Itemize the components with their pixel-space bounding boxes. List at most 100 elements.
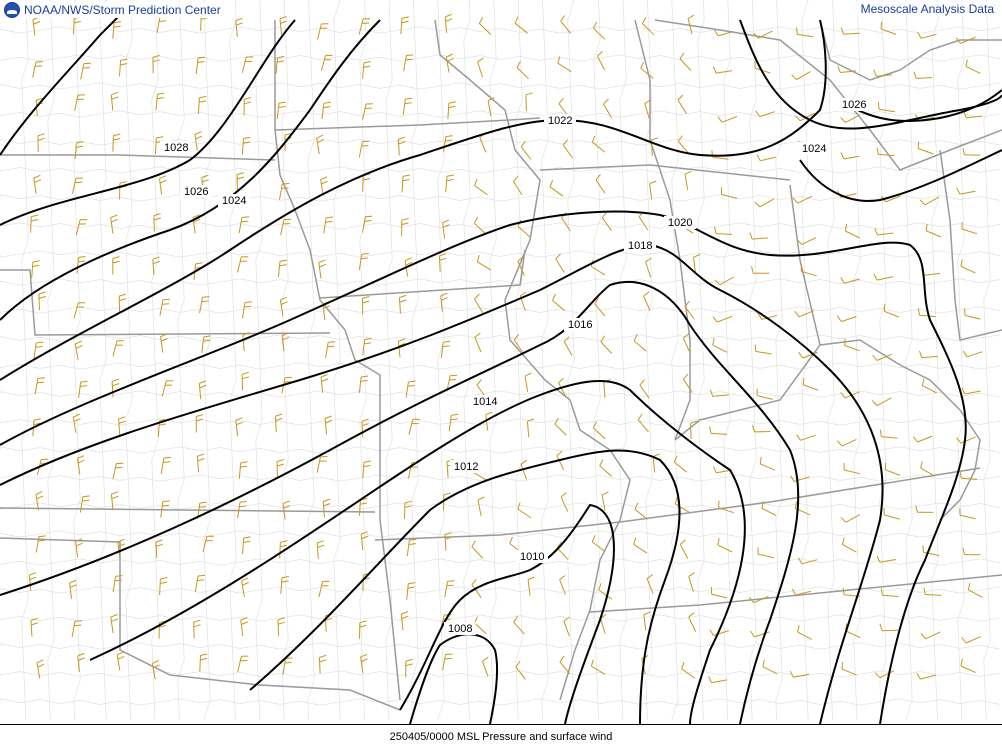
wind-barb bbox=[74, 94, 85, 111]
county-border bbox=[671, 0, 679, 721]
wind-barb bbox=[549, 180, 564, 197]
wind-barb bbox=[639, 379, 650, 399]
county-border bbox=[619, 0, 627, 721]
wind-barb bbox=[762, 659, 778, 675]
isobar-label: 1008 bbox=[448, 623, 472, 635]
isobar-label-1026-east: 1026 bbox=[838, 98, 870, 111]
wind-barb bbox=[159, 175, 167, 195]
wind-barb bbox=[358, 140, 370, 158]
isobar-label-1026: 1026 bbox=[180, 185, 212, 198]
wind-barb bbox=[476, 254, 492, 271]
state-border bbox=[634, 19, 691, 441]
wind-barb bbox=[71, 177, 84, 194]
wind-barb bbox=[913, 71, 933, 79]
wind-barb bbox=[840, 277, 860, 284]
wind-barb bbox=[709, 426, 728, 435]
wind-barb bbox=[160, 456, 171, 474]
wind-barb bbox=[201, 335, 211, 353]
county-border bbox=[411, 0, 419, 721]
wind-barb bbox=[440, 292, 448, 312]
wind-barb bbox=[560, 15, 572, 34]
wind-barb bbox=[241, 371, 250, 391]
wind-barb bbox=[243, 97, 252, 116]
wind-barb bbox=[240, 617, 249, 636]
wind-barb bbox=[77, 455, 85, 475]
wind-barb bbox=[75, 538, 83, 558]
wind-barb bbox=[884, 462, 901, 476]
wind-barb bbox=[110, 491, 119, 511]
wind-barb bbox=[281, 332, 290, 352]
county-border bbox=[0, 418, 1001, 426]
county-border bbox=[333, 0, 341, 721]
county-border bbox=[489, 0, 497, 721]
wind-barb bbox=[514, 16, 528, 34]
wind-barb bbox=[638, 211, 649, 231]
wind-barb bbox=[877, 102, 895, 113]
wind-barb bbox=[112, 340, 124, 357]
wind-barb bbox=[31, 260, 40, 279]
isobar-label: 1028 bbox=[164, 142, 188, 154]
wind-barb bbox=[791, 71, 811, 81]
wind-barb bbox=[513, 616, 525, 635]
isobar-1026 bbox=[0, 19, 296, 226]
wind-barb bbox=[712, 66, 732, 74]
wind-barb bbox=[684, 170, 692, 191]
wind-barb bbox=[242, 536, 251, 555]
wind-barb bbox=[442, 219, 450, 239]
wind-barb bbox=[679, 52, 692, 71]
wind-barb bbox=[677, 94, 687, 114]
wind-barb bbox=[116, 651, 125, 671]
isobar-label-1008: 1008 bbox=[444, 622, 476, 635]
wind-barb bbox=[556, 541, 569, 561]
pressure-map: 1028 1026 1024 1022 1020 1018 1016 1014 … bbox=[0, 0, 1002, 724]
wind-barb bbox=[242, 332, 250, 352]
wind-barb bbox=[797, 557, 818, 565]
isobar-1024-ne bbox=[799, 149, 1002, 202]
wind-barb bbox=[448, 413, 459, 432]
county-border bbox=[255, 0, 263, 721]
wind-barb bbox=[471, 540, 484, 559]
county-border bbox=[0, 446, 1001, 454]
wind-barb bbox=[841, 661, 857, 676]
wind-barb bbox=[282, 500, 291, 520]
state-border bbox=[274, 20, 401, 701]
wind-barb bbox=[194, 574, 206, 592]
wind-barb bbox=[274, 413, 283, 433]
wind-barb bbox=[30, 617, 38, 637]
state-border bbox=[0, 507, 376, 513]
wind-barb bbox=[38, 291, 46, 311]
wind-barb bbox=[517, 502, 532, 519]
wind-barb bbox=[112, 256, 120, 275]
wind-barb bbox=[754, 344, 772, 355]
wind-barb bbox=[118, 416, 126, 435]
wind-barb bbox=[633, 537, 648, 554]
wind-barb bbox=[712, 338, 728, 353]
wind-barb bbox=[474, 293, 484, 314]
wind-barb bbox=[956, 187, 976, 195]
wind-barb bbox=[406, 538, 417, 557]
wind-barb bbox=[840, 152, 860, 160]
county-border bbox=[125, 0, 133, 721]
wind-barb bbox=[876, 555, 896, 563]
wind-barb bbox=[759, 456, 776, 471]
wind-barb bbox=[362, 173, 371, 192]
isobar-label-1024-east: 1024 bbox=[798, 142, 830, 155]
county-border bbox=[541, 0, 549, 721]
wind-barb bbox=[721, 187, 738, 199]
wind-barb bbox=[442, 653, 453, 671]
wind-barb bbox=[318, 654, 327, 674]
wind-barb bbox=[802, 377, 819, 391]
state-border bbox=[274, 117, 541, 131]
wind-barb bbox=[479, 132, 487, 153]
wind-barb bbox=[35, 535, 46, 553]
wind-barb bbox=[836, 315, 857, 323]
wind-barb bbox=[756, 388, 773, 400]
county-border bbox=[0, 530, 1001, 538]
wind-barb bbox=[195, 56, 206, 74]
isobar-label-1020: 1020 bbox=[664, 216, 696, 229]
wind-barb bbox=[317, 23, 329, 40]
isobar-label: 1014 bbox=[473, 396, 497, 408]
county-border bbox=[0, 698, 1001, 706]
wind-barb bbox=[712, 315, 733, 323]
wind-barb bbox=[400, 611, 409, 631]
